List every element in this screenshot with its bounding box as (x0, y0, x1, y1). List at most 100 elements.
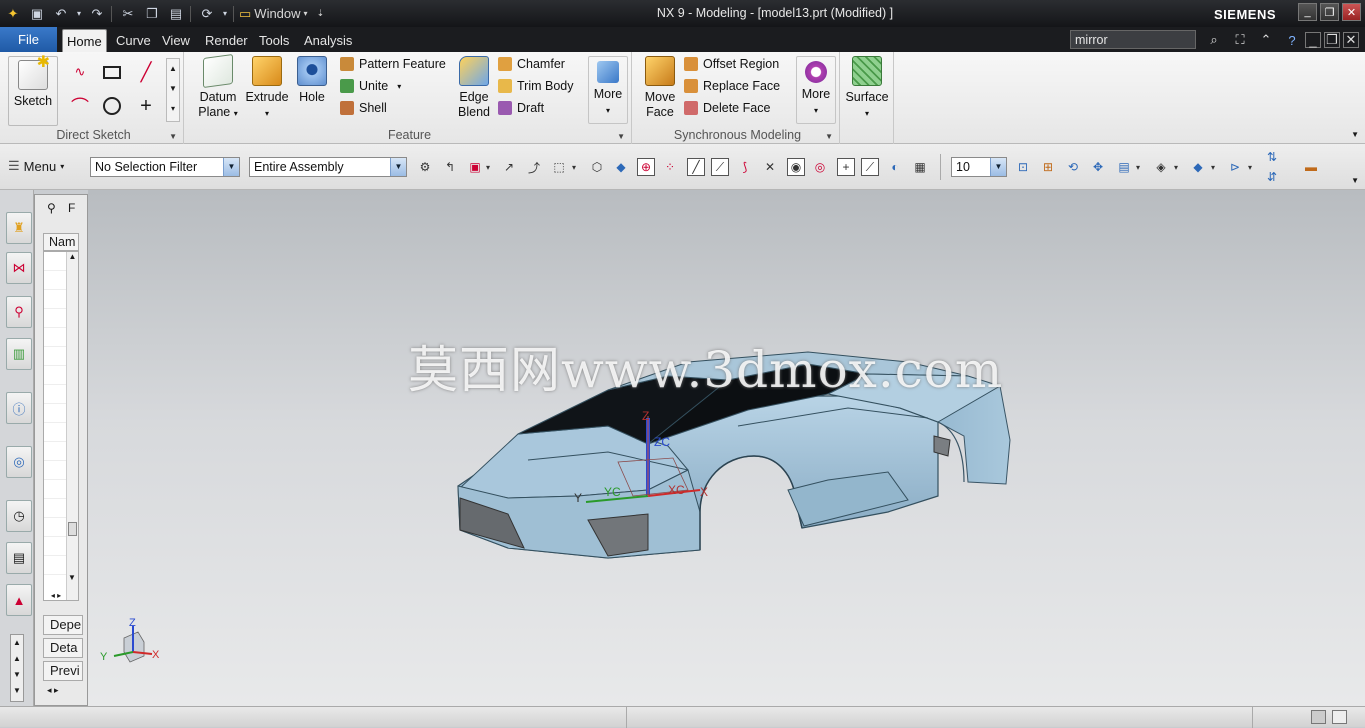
horizontal-scroll-icon[interactable]: ◂ ▸ (47, 685, 59, 696)
group-expand-icon[interactable]: ▼ (825, 132, 833, 141)
scroll-down-icon[interactable]: ▼ (67, 573, 77, 582)
assembly-navigator-icon[interactable]: ♜ (6, 212, 32, 244)
chevron-down-icon[interactable]: ▼ (990, 158, 1006, 176)
move-face-button[interactable]: Move Face (640, 56, 680, 120)
collapse-ribbon-icon[interactable]: ⌃ (1256, 31, 1276, 49)
layout-dropdown-icon[interactable]: ▾ (1134, 158, 1142, 176)
fit-view-icon[interactable]: ⛶ (1230, 31, 1250, 49)
details-section[interactable]: Deta (43, 638, 83, 658)
part-navigator-icon[interactable]: ⚲ (6, 296, 32, 328)
save-icon[interactable]: ▣ (26, 3, 48, 25)
trim-body-button[interactable]: Trim Body (498, 76, 574, 96)
wcs-dynamics-icon[interactable]: ⇅ (1263, 148, 1281, 166)
full-screen-icon[interactable] (1311, 710, 1326, 724)
file-tab[interactable]: File (0, 27, 57, 52)
window-menu[interactable]: ▭ Window ▾ ⇣ (239, 6, 324, 22)
redo-icon[interactable]: ↷ (86, 3, 108, 25)
rectangle-icon[interactable] (98, 58, 126, 86)
chevron-down-icon[interactable]: ▼ (223, 158, 239, 176)
section-dropdown-icon[interactable]: ▾ (1246, 158, 1254, 176)
view-triad[interactable]: Z X Y (100, 617, 160, 663)
undo-icon[interactable]: ↶ (50, 3, 72, 25)
section-view-icon[interactable]: ⊳ (1226, 158, 1244, 176)
select-dropdown-icon[interactable]: ▾ (484, 158, 492, 176)
tab-view[interactable]: View (158, 29, 194, 52)
face-rule-icon[interactable]: ⤴ (525, 158, 543, 176)
repeat-dropdown-icon[interactable]: ▾ (220, 3, 230, 25)
extrude-button[interactable]: Extrude ▾ (242, 56, 292, 121)
view-orient-icon[interactable]: ⬡ (588, 158, 606, 176)
undo-dropdown-icon[interactable]: ▾ (74, 3, 84, 25)
snap-midpoint-icon[interactable]: ⟋ (711, 158, 729, 176)
snap-line-icon[interactable]: ╱ (687, 158, 705, 176)
web-browser-icon[interactable]: ◎ (6, 446, 32, 478)
assembly-filter-icon[interactable]: ⚙ (416, 158, 434, 176)
cut-icon[interactable]: ✂ (117, 3, 139, 25)
snap-grid-icon[interactable]: ⁘ (661, 158, 679, 176)
render-style-dropdown-icon[interactable]: ▾ (1172, 158, 1180, 176)
orient-dropdown-icon[interactable]: ▾ (1209, 158, 1217, 176)
tab-home[interactable]: Home (62, 29, 107, 52)
snap-onpoint-icon[interactable]: ⟋ (861, 158, 879, 176)
scroll-left-icon[interactable]: ◂ ▸ (44, 591, 71, 600)
chevron-down-icon[interactable]: ▼ (390, 158, 406, 176)
tab-render[interactable]: Render (201, 29, 252, 52)
tab-tools[interactable]: Tools (255, 29, 293, 52)
datum-plane-button[interactable]: Datum Plane ▾ (194, 53, 242, 121)
resource-bar-scroll[interactable]: ▲ ▲ ▼ ▼ (10, 634, 24, 702)
paste-icon[interactable]: ▤ (165, 3, 187, 25)
synchronous-more-button[interactable]: More ▾ (796, 56, 836, 124)
wcs-orient-icon[interactable]: ⇵ (1263, 168, 1281, 186)
surface-button[interactable]: Surface ▾ (842, 56, 892, 121)
type-filter-select[interactable]: No Selection Filter ▼ (90, 157, 240, 177)
dependencies-section[interactable]: Depe (43, 615, 83, 635)
pin-icon[interactable]: ⚲ (47, 201, 56, 215)
ribbon-options-icon[interactable]: ▼ (1351, 130, 1359, 139)
graphics-window[interactable]: ZC Z YC Y XC X Z X Y 莫西网www.3dmox.com (88, 190, 1365, 706)
feature-select-icon[interactable]: ▣ (466, 158, 484, 176)
layout-icon[interactable]: ▤ (1115, 158, 1133, 176)
zoom-window-icon[interactable]: ⊞ (1039, 158, 1057, 176)
repeat-command-icon[interactable]: ⟳ (196, 3, 218, 25)
draft-button[interactable]: Draft (498, 98, 544, 118)
pan-icon[interactable]: ✥ (1089, 158, 1107, 176)
offset-region-button[interactable]: Offset Region (684, 54, 779, 74)
group-expand-icon[interactable]: ▼ (617, 132, 625, 141)
snap-point-icon[interactable]: + (837, 158, 855, 176)
doc-close-icon[interactable]: ✕ (1343, 32, 1359, 48)
sketch-button[interactable]: ✱ Sketch (8, 55, 58, 126)
command-search-input[interactable] (1070, 30, 1196, 49)
window-layout-icon[interactable] (1332, 710, 1347, 724)
tab-curve[interactable]: Curve (112, 29, 155, 52)
name-column-header[interactable]: Nam (43, 233, 79, 251)
doc-minimize-icon[interactable]: _ (1305, 32, 1321, 48)
edge-blend-button[interactable]: Edge Blend (452, 56, 496, 120)
orient-view-icon[interactable]: ◆ (1189, 158, 1207, 176)
snap-value-select[interactable]: 10 ▼ (951, 157, 1007, 177)
group-expand-icon[interactable]: ▼ (169, 132, 177, 141)
nx-logo-icon[interactable]: ✦ (2, 3, 24, 25)
sketch-gallery-scroll[interactable]: ▲ ▼ ▾ (166, 58, 180, 122)
snap-quadrant-icon[interactable]: ◎ (811, 158, 829, 176)
unite-button[interactable]: Unite ▾ (340, 76, 401, 96)
constraint-navigator-icon[interactable]: ⋈ (6, 252, 32, 284)
zoom-fit-icon[interactable]: ⊡ (1014, 158, 1032, 176)
help-icon[interactable]: ? (1282, 31, 1302, 49)
hd3d-tools-icon[interactable]: ⓘ (6, 392, 32, 424)
feature-more-button[interactable]: More ▾ (588, 56, 628, 124)
tab-analysis[interactable]: Analysis (300, 29, 356, 52)
system-materials-icon[interactable]: ▤ (6, 542, 32, 574)
car-model[interactable]: ZC Z YC Y XC X Z X Y (88, 190, 1365, 706)
measure-icon[interactable]: ▬ (1302, 158, 1320, 176)
shell-button[interactable]: Shell (340, 98, 387, 118)
curve-rule-icon[interactable]: ↗ (500, 158, 518, 176)
hole-button[interactable]: Hole (294, 56, 330, 105)
rectangle-select-icon[interactable]: ⬚ (550, 158, 568, 176)
roles-icon[interactable]: ▲ (6, 584, 32, 616)
pattern-feature-button[interactable]: Pattern Feature (340, 54, 446, 74)
scroll-thumb[interactable] (68, 522, 77, 536)
list-scrollbar[interactable]: ▲ ▼ ◂ ▸ (51, 252, 78, 600)
select-mode-dropdown-icon[interactable]: ▾ (570, 158, 578, 176)
history-icon[interactable]: ◷ (6, 500, 32, 532)
render-style-icon[interactable]: ◈ (1152, 158, 1170, 176)
